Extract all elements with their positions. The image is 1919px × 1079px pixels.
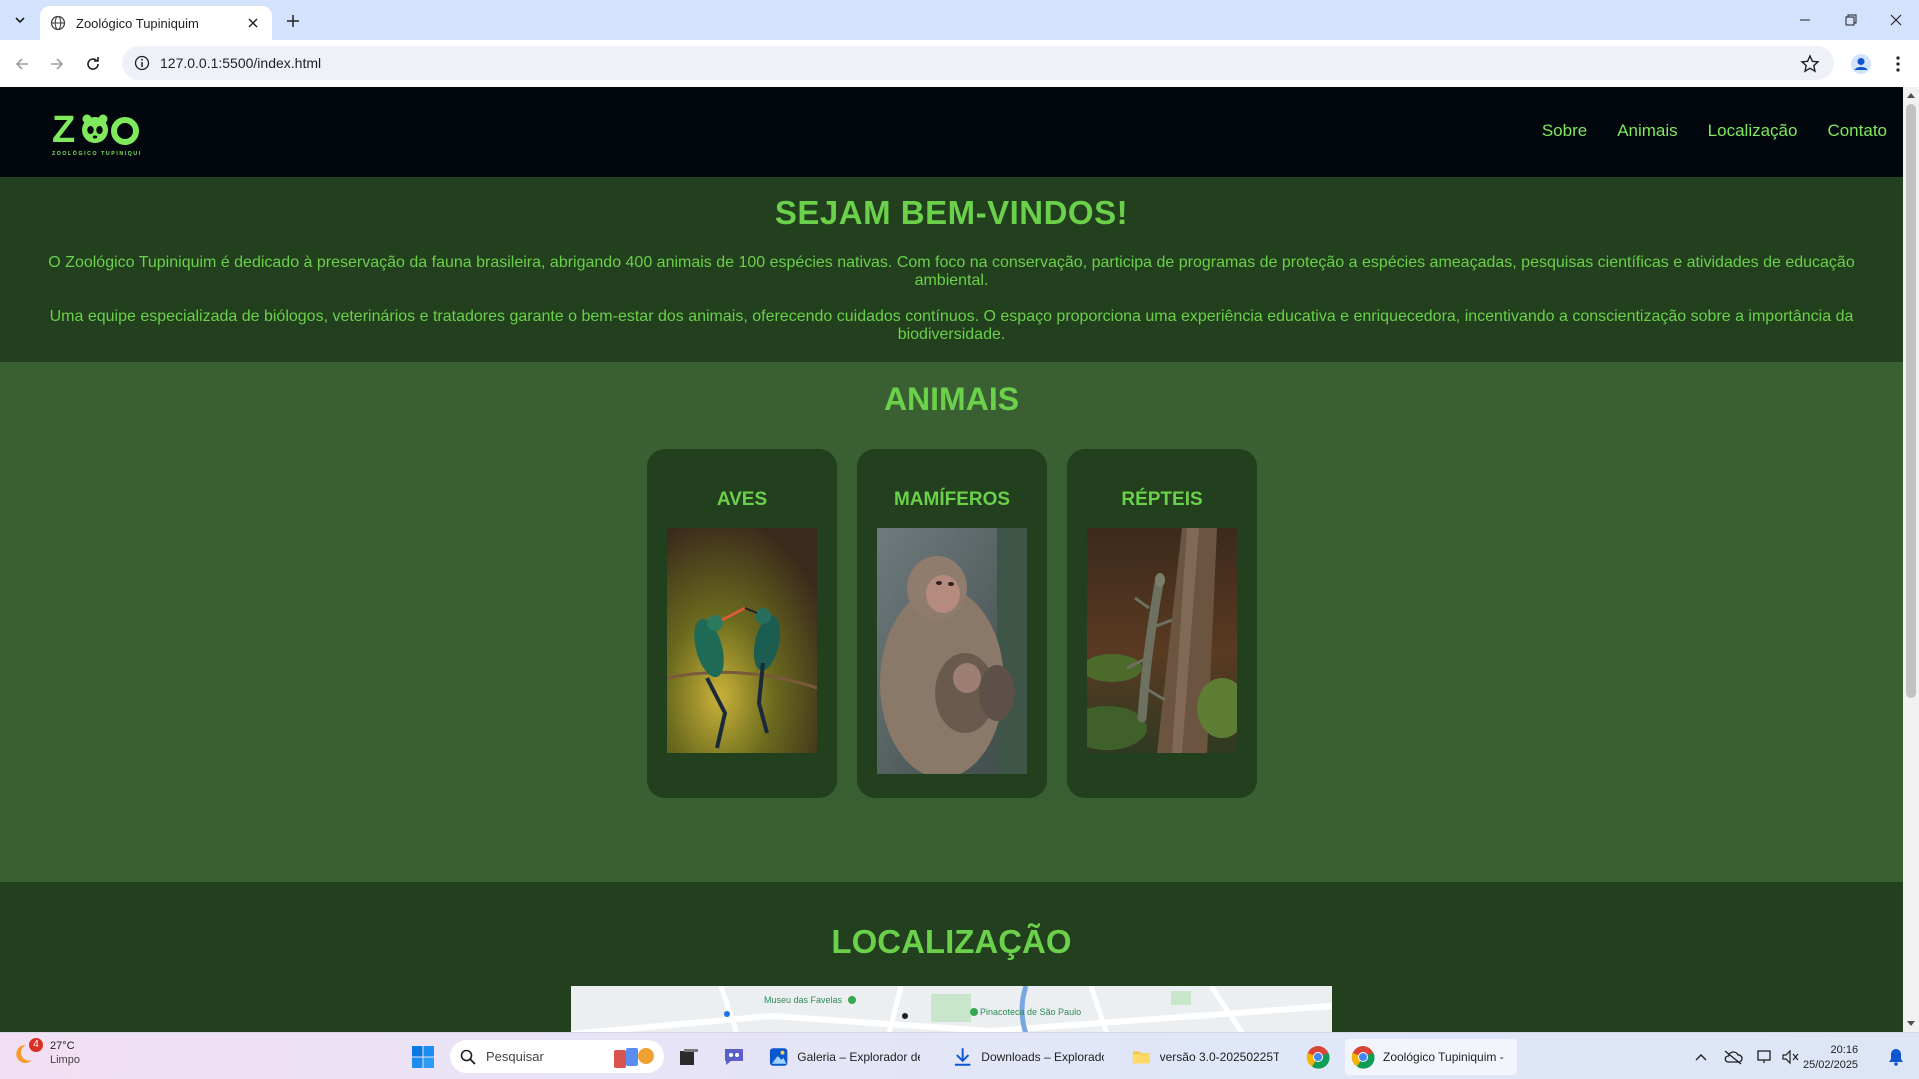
logo-subtitle: ZOOLÓGICO TUPINIQUIM [52, 149, 142, 157]
taskbar-app-chrome-active[interactable]: Zoológico Tupiniquim - [1345, 1039, 1517, 1075]
weather-temperature: 27°C [50, 1040, 75, 1052]
browser-tab-bar: Zoológico Tupiniquim [0, 0, 1919, 40]
browser-tab-active[interactable]: Zoológico Tupiniquim [40, 6, 272, 40]
volume-muted-icon[interactable] [1775, 1042, 1805, 1072]
search-icon [460, 1049, 476, 1065]
taskbar-app-folder[interactable]: versão 3.0-20250225T2 [1125, 1039, 1285, 1075]
nav-link-sobre[interactable]: Sobre [1542, 121, 1587, 141]
restore-icon[interactable] [1828, 0, 1874, 40]
chrome-icon[interactable] [1303, 1042, 1333, 1072]
card-mamiferos[interactable]: MAMÍFEROS [857, 449, 1047, 798]
site-header: Z ZOOLÓGICO TUPINIQUIM Sobre Animais Loc… [0, 87, 1903, 177]
chrome-profile-icon [1351, 1046, 1375, 1069]
scroll-down-arrow-icon[interactable] [1903, 1016, 1919, 1032]
scroll-up-arrow-icon[interactable] [1903, 87, 1919, 103]
nav-link-animais[interactable]: Animais [1617, 121, 1677, 141]
search-highlight-icon [614, 1047, 654, 1068]
weather-badge: 4 [29, 1038, 43, 1052]
card-aves-title: AVES [716, 489, 768, 510]
card-repteis-title: RÉPTEIS [1121, 489, 1203, 510]
tab-search-dropdown-icon[interactable] [8, 8, 32, 32]
card-mamiferos-title: MAMÍFEROS [893, 489, 1011, 510]
nav-link-contato[interactable]: Contato [1827, 121, 1887, 141]
tab-title: Zoológico Tupiniquim [76, 15, 199, 31]
taskbar-app-gallery-label: Galeria – Explorador de [797, 1050, 920, 1064]
download-arrow-icon [954, 1048, 971, 1066]
profile-avatar-icon[interactable] [1847, 50, 1875, 78]
tray-chevron-up-icon[interactable] [1686, 1042, 1716, 1072]
search-placeholder: Pesquisar [486, 1049, 544, 1064]
reload-icon[interactable] [79, 50, 107, 78]
monkeys-photo [877, 528, 1027, 774]
location-title: LOCALIZAÇÃO [831, 923, 1072, 960]
clock-date: 25/02/2025 [1803, 1059, 1859, 1071]
browser-toolbar: 127.0.0.1:5500/index.html [0, 40, 1919, 87]
zoo-logo[interactable]: Z ZOOLÓGICO TUPINIQUIM [50, 106, 142, 158]
location-map[interactable]: Museu das Favelas Pinacoteca de São Paul… [571, 986, 1332, 1032]
folder-icon [1132, 1051, 1150, 1064]
map-label-museu: Museu das Favelas [764, 995, 843, 1005]
animals-title: ANIMAIS [883, 381, 1020, 417]
minimize-icon[interactable] [1782, 0, 1828, 40]
taskbar-search-box[interactable]: Pesquisar [450, 1040, 664, 1073]
notification-bell-icon[interactable] [1881, 1042, 1911, 1072]
svg-text:Z: Z [52, 109, 75, 151]
globe-icon [50, 15, 66, 31]
map-label-pinacoteca: Pinacoteca de São Paulo [980, 1007, 1081, 1017]
map-graphic: Museu das Favelas Pinacoteca de São Paul… [571, 986, 1332, 1032]
back-arrow-icon[interactable] [8, 50, 36, 78]
weather-widget[interactable]: 4 27°C Limpo [14, 1038, 80, 1067]
weather-moon-icon: 4 [14, 1038, 43, 1066]
onedrive-offline-icon[interactable] [1718, 1042, 1748, 1072]
lizard-photo [1087, 528, 1237, 753]
url-text[interactable]: 127.0.0.1:5500/index.html [160, 55, 321, 71]
browser-menu-icon[interactable] [1886, 50, 1910, 78]
welcome-section: SEJAM BEM-VINDOS! O Zoológico Tupiniquim… [0, 177, 1903, 362]
main-nav: Sobre Animais Localização Contato [1542, 121, 1887, 141]
close-tab-icon[interactable] [244, 14, 262, 32]
taskbar-app-gallery[interactable]: Galeria – Explorador de [762, 1039, 926, 1075]
card-aves[interactable]: AVES [647, 449, 837, 798]
forward-arrow-icon[interactable] [43, 50, 71, 78]
welcome-paragraph-1: O Zoológico Tupiniquim é dedicado à pres… [48, 254, 1855, 289]
teams-chat-icon[interactable] [719, 1042, 749, 1072]
welcome-title: SEJAM BEM-VINDOS! [774, 194, 1129, 231]
taskbar-app-folder-label: versão 3.0-20250225T2 [1159, 1050, 1279, 1064]
card-repteis[interactable]: RÉPTEIS [1067, 449, 1257, 798]
site-info-icon[interactable] [134, 55, 150, 71]
new-tab-plus-icon[interactable] [280, 8, 306, 34]
scrollbar-thumb[interactable] [1906, 104, 1916, 698]
taskbar-app-downloads[interactable]: Downloads – Explorado [946, 1039, 1110, 1075]
task-view-icon[interactable] [674, 1042, 704, 1072]
location-section: LOCALIZAÇÃO Museu das Favelas Pinacoteca… [0, 882, 1903, 1032]
clock-time: 20:16 [1830, 1044, 1859, 1056]
taskbar-app-chrome-label: Zoológico Tupiniquim - [1383, 1050, 1504, 1064]
address-bar[interactable]: 127.0.0.1:5500/index.html [122, 46, 1834, 80]
hummingbirds-photo [667, 528, 817, 753]
animals-section: ANIMAIS AVES MAMÍFEROS RÉPTEIS [0, 362, 1903, 882]
bookmark-star-icon[interactable] [1800, 54, 1820, 74]
taskbar-app-downloads-label: Downloads – Explorado [981, 1050, 1104, 1064]
nav-link-localizacao[interactable]: Localização [1708, 121, 1798, 141]
windows-start-icon[interactable] [408, 1042, 438, 1072]
page-viewport: Z ZOOLÓGICO TUPINIQUIM Sobre Animais Loc… [0, 87, 1903, 1032]
close-window-icon[interactable] [1873, 0, 1919, 40]
welcome-paragraph-2: Uma equipe especializada de biólogos, ve… [49, 308, 1854, 343]
weather-condition: Limpo [50, 1054, 80, 1066]
windows-taskbar: 4 27°C Limpo Pesquisar Galeria – Explora… [0, 1032, 1919, 1079]
taskbar-clock[interactable]: 20:16 25/02/2025 [1803, 1043, 1858, 1073]
gallery-icon [769, 1048, 788, 1066]
